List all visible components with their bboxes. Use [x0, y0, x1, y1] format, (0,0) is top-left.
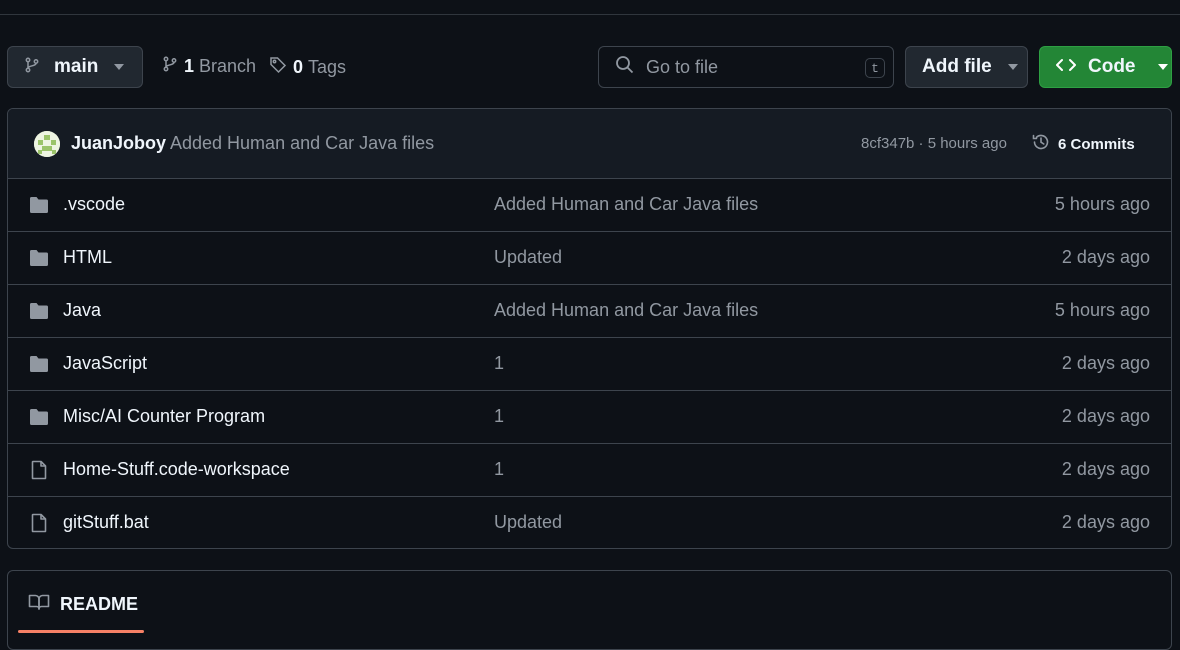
book-icon — [28, 593, 60, 616]
commit-message-link[interactable]: Added Human and Car Java files — [170, 133, 434, 154]
file-row[interactable]: gitStuff.bat Updated 2 days ago — [8, 497, 1171, 548]
file-name-link[interactable]: JavaScript — [63, 353, 147, 374]
file-browser: JuanJoboy Added Human and Car Java files… — [7, 108, 1172, 549]
go-to-file-search[interactable]: t — [598, 46, 894, 88]
tag-icon — [269, 56, 287, 79]
file-name-link[interactable]: gitStuff.bat — [63, 512, 149, 533]
commits-history-link[interactable]: 6 Commits — [1031, 132, 1135, 156]
folder-icon — [29, 249, 49, 272]
file-row[interactable]: JavaScript 1 2 days ago — [8, 338, 1171, 391]
file-list: .vscode Added Human and Car Java files 5 h… — [8, 179, 1171, 548]
commit-hash-time[interactable]: 8cf347b · 5 hours ago — [861, 135, 1007, 152]
keyboard-shortcut-hint: t — [865, 58, 885, 78]
file-commit-message-link[interactable]: Updated — [494, 512, 562, 533]
tags-link[interactable]: 0 Tags — [269, 56, 346, 79]
branches-link[interactable]: 1 Branch — [162, 56, 256, 77]
folder-icon — [29, 302, 49, 325]
chevron-down-icon — [1007, 64, 1018, 70]
file-commit-message-link[interactable]: 1 — [494, 459, 504, 480]
branch-name: main — [54, 56, 99, 77]
file-row[interactable]: Java Added Human and Car Java files 5 hour… — [8, 285, 1171, 338]
chevron-down-icon — [1157, 64, 1168, 70]
file-commit-date: 2 days ago — [1061, 512, 1150, 532]
file-name-link[interactable]: .vscode — [63, 194, 125, 215]
folder-icon — [29, 408, 49, 431]
file-commit-message-link[interactable]: Added Human and Car Java files — [494, 300, 758, 321]
tags-label: Tags — [308, 57, 347, 77]
file-commit-message-link[interactable]: Updated — [494, 247, 562, 268]
file-name-link[interactable]: HTML — [63, 247, 112, 268]
active-tab-indicator — [18, 630, 144, 633]
branch-selector-button[interactable]: main — [7, 46, 143, 88]
branches-count: 1 — [184, 56, 195, 76]
search-icon — [615, 55, 634, 79]
file-commit-date: 2 days ago — [1061, 406, 1150, 426]
file-commit-date: 5 hours ago — [1054, 194, 1150, 214]
file-icon — [29, 460, 49, 485]
folder-icon — [29, 355, 49, 378]
file-row[interactable]: Home-Stuff.code-workspace 1 2 days ago — [8, 444, 1171, 497]
chevron-down-icon — [114, 64, 125, 70]
add-file-button[interactable]: Add file — [905, 46, 1028, 88]
file-row[interactable]: .vscode Added Human and Car Java files 5 h… — [8, 179, 1171, 232]
file-row[interactable]: Misc/AI Counter Program 1 2 days ago — [8, 391, 1171, 444]
file-row[interactable]: HTML Updated 2 days ago — [8, 232, 1171, 285]
avatar[interactable] — [34, 131, 60, 157]
branches-label: Branch — [199, 56, 257, 76]
folder-icon — [29, 196, 49, 219]
readme-panel: README — [7, 570, 1172, 650]
code-button[interactable]: Code — [1039, 46, 1172, 88]
commit-author-link[interactable]: JuanJoboy — [71, 133, 166, 154]
file-commit-message-link[interactable]: 1 — [494, 406, 504, 427]
tags-count: 0 — [293, 57, 304, 77]
file-commit-date: 2 days ago — [1061, 459, 1150, 479]
readme-tab[interactable]: README — [28, 593, 138, 616]
history-icon — [1031, 132, 1058, 156]
commits-count-label: 6 Commits — [1058, 135, 1135, 153]
file-name-link[interactable]: Misc/AI Counter Program — [63, 406, 265, 427]
header-divider — [0, 14, 1180, 15]
git-branch-icon — [24, 57, 40, 78]
file-commit-date: 5 hours ago — [1054, 300, 1150, 320]
file-icon — [29, 513, 49, 538]
git-branch-icon — [162, 56, 178, 77]
latest-commit-bar: JuanJoboy Added Human and Car Java files… — [8, 109, 1171, 179]
code-icon — [1056, 57, 1076, 78]
add-file-label: Add file — [922, 56, 992, 77]
file-name-link[interactable]: Java — [63, 300, 101, 321]
file-commit-date: 2 days ago — [1061, 353, 1150, 373]
file-commit-message-link[interactable]: 1 — [494, 353, 504, 374]
readme-tab-label: README — [60, 594, 139, 614]
go-to-file-input[interactable] — [644, 55, 848, 79]
code-label: Code — [1088, 56, 1136, 77]
file-commit-date: 2 days ago — [1061, 247, 1150, 267]
file-name-link[interactable]: Home-Stuff.code-workspace — [63, 459, 290, 480]
file-commit-message-link[interactable]: Added Human and Car Java files — [494, 194, 758, 215]
